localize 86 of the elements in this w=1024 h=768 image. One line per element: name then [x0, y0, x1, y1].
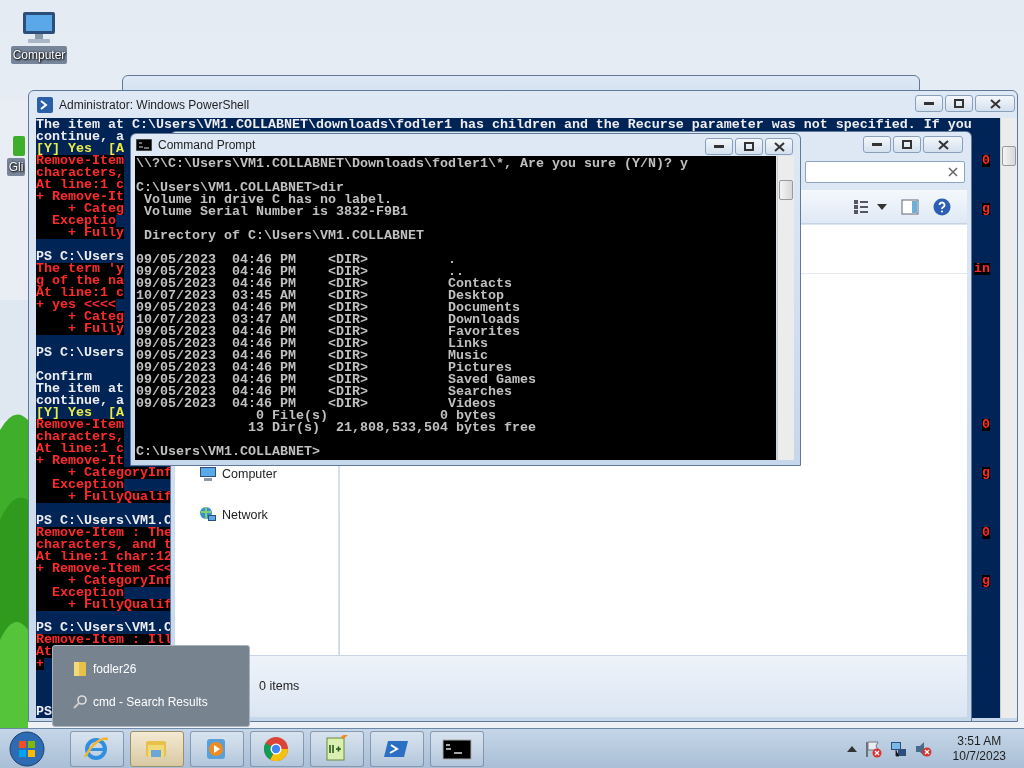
maximize-button[interactable] [735, 138, 763, 155]
powershell-icon [37, 96, 53, 113]
console-line: 10/07/2023 03:45 AM <DIR> Desktop [136, 290, 504, 302]
minimize-button[interactable] [863, 136, 891, 153]
view-icon[interactable] [853, 198, 869, 215]
console-line: The item at C:\Users\VM1.COLLABNET\downloads\fodler1 has children and the Recurse parameter was not specified. If you [36, 119, 972, 131]
maximize-icon [744, 142, 754, 151]
maximize-icon [902, 140, 912, 149]
taskbar-button[interactable] [430, 730, 484, 767]
desktop-icon[interactable]: Gli [6, 132, 26, 176]
icon-label: Computer [10, 46, 68, 64]
folder-icon [73, 660, 87, 677]
window-title: Administrator: Windows PowerShell [59, 96, 250, 114]
date-text: 10/7/2023 [952, 748, 1006, 764]
console-line: Volume in drive C has no label. [143, 194, 392, 206]
console-line: 09/05/2023 04:46 PM <DIR> Searches [136, 386, 513, 398]
console-line: 0 File(s) 0 bytes [255, 410, 497, 422]
console-line: [Y] Yes [A [36, 143, 124, 155]
jump-list-item[interactable]: fodler26 [73, 658, 249, 679]
close-button[interactable] [975, 95, 1015, 112]
nav-label: Network [222, 507, 268, 524]
console-line: PS C:\Users\VM1.C [36, 514, 172, 527]
console-line: PS C:\Users [36, 346, 124, 359]
close-button[interactable] [923, 136, 963, 153]
network-icon[interactable] [888, 739, 907, 758]
minimize-icon [714, 145, 724, 148]
console-line: 13 Dir(s) 21,808,533,504 bytes free [246, 422, 537, 434]
status-text: 0 items [259, 678, 300, 695]
close-icon [989, 98, 1001, 109]
computer-icon [199, 466, 217, 483]
help-icon[interactable] [933, 197, 951, 216]
jump-list-item[interactable]: cmd - Search Results [73, 691, 249, 712]
maximize-button[interactable] [945, 95, 973, 112]
close-button[interactable] [765, 138, 793, 155]
console-line: continue, a [36, 394, 124, 407]
maximize-button[interactable] [893, 136, 921, 153]
search-field[interactable] [805, 161, 965, 183]
console-line: continue, a [36, 131, 124, 143]
clock[interactable]: 3:51 AM 10/7/2023 [952, 733, 1006, 764]
console-line: 09/05/2023 04:46 PM <DIR> .. [136, 266, 464, 278]
console-line: 09/05/2023 04:46 PM <DIR> Documents [136, 302, 521, 314]
item-label: fodler26 [93, 660, 137, 678]
console-line: 09/05/2023 04:46 PM <DIR> Links [136, 338, 489, 350]
console-line: 10/07/2023 03:47 AM <DIR> Downloads [136, 314, 521, 326]
console-line: [Y] Yes [A [36, 406, 124, 419]
search-icon [73, 694, 87, 709]
console-line: 09/05/2023 04:46 PM <DIR> Videos [136, 398, 497, 410]
console-line: 09/05/2023 04:46 PM <DIR> Contacts [136, 278, 513, 290]
nav-item[interactable]: Computer [199, 465, 277, 484]
console-line: The item at [36, 382, 124, 395]
console-line: Volume Serial Number is 3832-F9B1 [143, 206, 409, 218]
scrollbar[interactable] [1000, 118, 1017, 718]
time-text: 3:51 AM [957, 733, 1002, 749]
close-icon [773, 141, 785, 152]
console-line: C:\Users\VM1.COLLABNET>dir [136, 182, 345, 194]
console-line: \\?\C:\Users\VM1.COLLABNET\Downloads\fodler1\*, Are you sure (Y/N)? y [136, 158, 689, 170]
cmd-icon [136, 138, 152, 151]
maximize-icon [954, 99, 964, 108]
console-line: Confirm [36, 370, 92, 383]
caret-icon[interactable] [877, 203, 887, 210]
console-line: 09/05/2023 04:46 PM <DIR> Favorites [136, 326, 521, 338]
console-line: 09/05/2023 04:46 PM <DIR> . [136, 254, 457, 266]
minimize-button[interactable] [705, 138, 733, 155]
minimize-icon [924, 102, 934, 105]
console-line: PS [36, 706, 52, 718]
console-line: 09/05/2023 04:46 PM <DIR> Saved Games [136, 374, 537, 386]
nav-item[interactable]: Network [199, 506, 268, 525]
scrollbar[interactable] [777, 156, 794, 460]
console-line: PS C:\Users [36, 250, 124, 263]
desktop-icon[interactable]: Computer [9, 10, 69, 64]
window-title: Command Prompt [158, 136, 256, 154]
console-line: PS C:\Users\VM1.C [36, 622, 172, 635]
minimize-icon [872, 143, 882, 146]
nav-label: Computer [222, 466, 277, 483]
close-icon [937, 139, 949, 150]
console-line: Directory of C:\Users\VM1.COLLABNET [143, 230, 425, 242]
flag-icon[interactable] [863, 739, 882, 758]
console-line: C:\Users\VM1.COLLABNET> [136, 446, 321, 458]
clear-icon[interactable] [948, 167, 958, 177]
icon-label: Gli [6, 158, 26, 176]
item-label: cmd - Search Results [93, 693, 208, 711]
start-button[interactable] [8, 729, 46, 768]
console-line: 09/05/2023 04:46 PM <DIR> Pictures [136, 362, 512, 374]
show-hidden-icons-icon[interactable] [846, 744, 857, 753]
minimize-button[interactable] [915, 95, 943, 112]
console-line: 09/05/2023 04:46 PM <DIR> Music [136, 350, 488, 362]
